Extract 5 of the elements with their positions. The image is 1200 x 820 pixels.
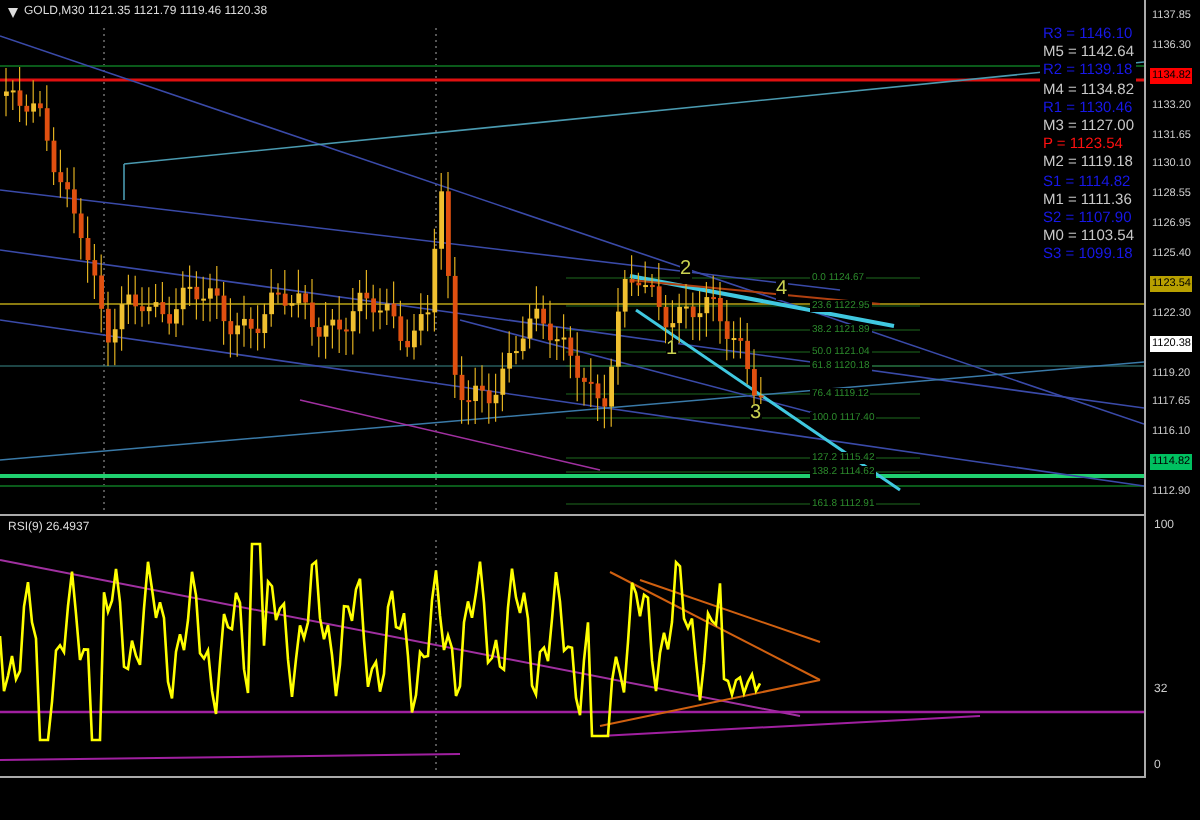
wave-label: 3	[750, 404, 762, 424]
triangle-icon[interactable]	[8, 7, 18, 17]
wave-label: 4	[776, 280, 788, 300]
wave-label: 1	[666, 340, 678, 360]
wave-label: 2	[680, 260, 692, 280]
